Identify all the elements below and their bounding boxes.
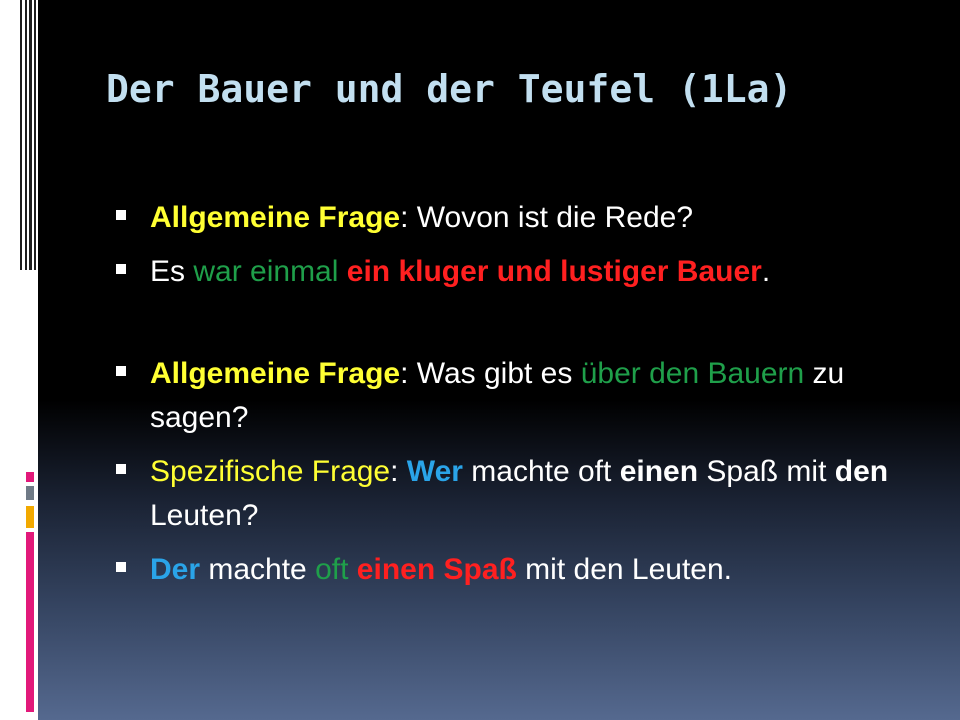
bullet-text: : — [390, 455, 407, 488]
highlight-blue: Wer — [406, 455, 463, 488]
bullet-text: Es — [150, 255, 194, 288]
bullet-text: . — [761, 255, 771, 288]
highlight-red: ein kluger und lustiger Bauer — [346, 255, 762, 288]
highlight-specific-question: Spezifische Frage — [150, 455, 391, 488]
highlight-green: oft — [315, 553, 349, 586]
square-bullet-icon — [116, 210, 126, 220]
bullet-text: mit den Leuten. — [516, 553, 732, 586]
bold-text: den — [834, 455, 889, 488]
bold-text: einen — [619, 455, 699, 488]
barcode-decoration — [20, 0, 36, 270]
square-bullet-icon — [116, 264, 126, 274]
square-bullet-icon — [116, 562, 126, 572]
bullet-item: Spezifische Frage: Wer machte oft einen … — [114, 450, 934, 538]
decor-bar — [29, 0, 32, 270]
square-bullet-icon — [116, 366, 126, 376]
bullet-item: Der machte oft einen Spaß mit den Leuten… — [114, 548, 934, 592]
highlight-green: war einmal — [193, 255, 339, 288]
square-bullet-icon — [116, 464, 126, 474]
bullet-text: : Was gibt es — [400, 357, 581, 390]
highlight-general-question: Allgemeine Frage — [150, 357, 401, 390]
bullet-text: : Wovon ist die Rede? — [400, 201, 694, 234]
highlight-red: einen Spaß — [356, 553, 517, 586]
bullet-item: Es war einmal ein kluger und lustiger Ba… — [114, 250, 934, 294]
bullet-list: Allgemeine Frage: Wovon ist die Rede? Es… — [114, 196, 934, 602]
accent-bar-pink — [26, 532, 34, 712]
bullet-text: machte — [200, 553, 316, 586]
accent-block-pink — [26, 472, 34, 482]
accent-block-gray — [26, 486, 34, 500]
bullet-text: Spaß mit — [698, 455, 835, 488]
highlight-green: über den Bauern — [580, 357, 805, 390]
bullet-item: Allgemeine Frage: Wovon ist die Rede? — [114, 196, 934, 240]
highlight-general-question: Allgemeine Frage — [150, 201, 401, 234]
highlight-blue: Der — [150, 553, 201, 586]
decor-bar — [34, 0, 36, 270]
accent-block-gold — [26, 506, 34, 528]
bullet-text: machte oft — [462, 455, 620, 488]
bullet-text: Leuten? — [150, 499, 259, 532]
bullet-text — [338, 255, 346, 288]
bullet-text — [348, 553, 356, 586]
slide-title: Der Bauer und der Teufel (1La) — [106, 67, 793, 111]
decor-bar — [25, 0, 27, 270]
left-decoration-strip — [0, 0, 38, 720]
bullet-item: Allgemeine Frage: Was gibt es über den B… — [114, 352, 934, 440]
slide: Der Bauer und der Teufel (1La) Allgemein… — [0, 0, 960, 720]
decor-bar — [20, 0, 22, 270]
